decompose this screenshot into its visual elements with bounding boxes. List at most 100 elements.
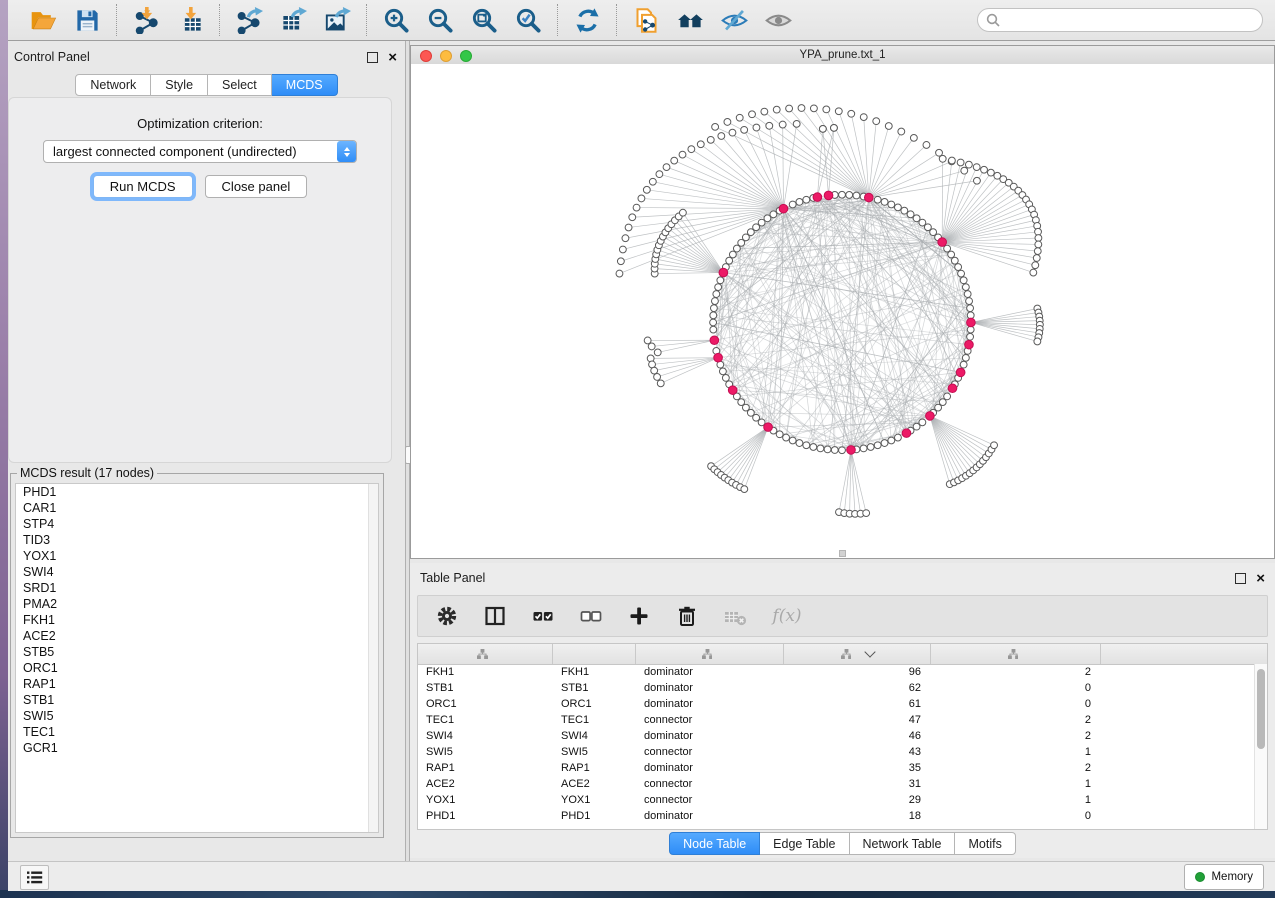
table-row[interactable]: STB1STB1dominator620	[418, 680, 1255, 696]
tab-edge-table[interactable]: Edge Table	[760, 832, 849, 855]
column-header-shared-name[interactable]	[418, 644, 553, 664]
cell-predecessor-nodes: 1	[931, 794, 1101, 806]
refresh-button[interactable]	[572, 5, 602, 35]
mcds-result-item[interactable]: STP4	[16, 516, 378, 532]
hide-selected-button[interactable]	[719, 5, 749, 35]
open-button[interactable]	[28, 5, 58, 35]
table-row[interactable]: PHD1PHD1dominator180	[418, 808, 1255, 824]
cell-MCDS-role: dominator	[636, 810, 784, 822]
close-table-panel-icon[interactable]: ×	[1256, 574, 1265, 583]
deselect-all-button[interactable]	[578, 603, 604, 629]
zoom-selected-icon	[515, 7, 542, 34]
mcds-result-item[interactable]: SWI5	[16, 708, 378, 724]
mcds-result-item[interactable]: STB1	[16, 692, 378, 708]
mcds-result-item[interactable]: RAP1	[16, 676, 378, 692]
gear-icon	[435, 604, 459, 628]
clone-network-button[interactable]	[631, 5, 661, 35]
mcds-list-scrollbar[interactable]	[368, 484, 378, 832]
function-button[interactable]: f(x)	[770, 603, 804, 629]
tab-network-table[interactable]: Network Table	[850, 832, 956, 855]
mcds-result-item[interactable]: CAR1	[16, 500, 378, 516]
table-row[interactable]: RAP1RAP1dominator352	[418, 760, 1255, 776]
mcds-result-item[interactable]: YOX1	[16, 548, 378, 564]
cell-MCDS-role: dominator	[636, 698, 784, 710]
table-row[interactable]: TEC1TEC1connector472	[418, 712, 1255, 728]
network-resize-handle[interactable]	[839, 550, 846, 557]
mcds-result-item[interactable]: PHD1	[16, 484, 378, 500]
cell-MCDS-role: connector	[636, 746, 784, 758]
mcds-result-item[interactable]: FKH1	[16, 612, 378, 628]
mcds-result-item[interactable]: SRD1	[16, 580, 378, 596]
mcds-result-item[interactable]: SWI4	[16, 564, 378, 580]
import-network-button[interactable]	[131, 5, 161, 35]
table-scrollbar[interactable]	[1254, 664, 1267, 829]
columns-button[interactable]	[482, 603, 508, 629]
mcds-result-title: MCDS result (17 nodes)	[17, 466, 157, 480]
tab-mcds[interactable]: MCDS	[272, 74, 338, 96]
close-panel-icon[interactable]: ×	[388, 53, 397, 62]
float-table-panel-icon[interactable]	[1235, 573, 1246, 584]
tab-node-table[interactable]: Node Table	[669, 832, 760, 855]
task-history-button[interactable]	[20, 865, 49, 890]
show-all-button[interactable]	[763, 5, 793, 35]
export-table-button[interactable]	[278, 5, 308, 35]
mcds-result-list[interactable]: PHD1CAR1STP4TID3YOX1SWI4SRD1PMA2FKH1ACE2…	[15, 483, 379, 833]
zoom-fit-button[interactable]	[469, 5, 499, 35]
memory-button[interactable]: Memory	[1184, 864, 1264, 890]
search-input[interactable]	[977, 8, 1263, 32]
zoom-out-button[interactable]	[425, 5, 455, 35]
zoom-in-icon	[383, 7, 410, 34]
cell-name: FKH1	[553, 666, 636, 678]
status-bar: Memory	[8, 861, 1275, 891]
column-header-name[interactable]	[553, 644, 636, 664]
mcds-result-item[interactable]: ORC1	[16, 660, 378, 676]
mcds-result-item[interactable]: TID3	[16, 532, 378, 548]
tab-select[interactable]: Select	[208, 74, 272, 96]
network-window-titlebar[interactable]: YPA_prune.txt_1	[411, 46, 1274, 65]
export-network-button[interactable]	[234, 5, 264, 35]
minimize-window-icon[interactable]	[440, 50, 452, 62]
cell-predecessor-nodes: 2	[931, 714, 1101, 726]
table-scrollbar-thumb[interactable]	[1257, 669, 1265, 749]
cell-predecessor-nodes: 0	[931, 682, 1101, 694]
tab-style[interactable]: Style	[151, 74, 208, 96]
table-row[interactable]: FKH1FKH1dominator962	[418, 664, 1255, 680]
network-canvas[interactable]	[411, 64, 1274, 558]
mcds-result-item[interactable]: STB5	[16, 644, 378, 660]
delete-button[interactable]	[674, 603, 700, 629]
export-image-button[interactable]	[322, 5, 352, 35]
function-icon: f(x)	[772, 606, 801, 626]
table-row[interactable]: SWI5SWI5connector431	[418, 744, 1255, 760]
delete-table-button[interactable]	[722, 603, 748, 629]
close-panel-button[interactable]: Close panel	[205, 175, 308, 198]
column-header-MCDS-role[interactable]	[636, 644, 784, 664]
maximize-window-icon[interactable]	[460, 50, 472, 62]
mcds-result-item[interactable]: PMA2	[16, 596, 378, 612]
cell-MCDS-role: connector	[636, 714, 784, 726]
float-panel-icon[interactable]	[367, 52, 378, 63]
import-table-button[interactable]	[175, 5, 205, 35]
mcds-result-item[interactable]: ACE2	[16, 628, 378, 644]
close-window-icon[interactable]	[420, 50, 432, 62]
mcds-result-item[interactable]: TEC1	[16, 724, 378, 740]
table-row[interactable]: YOX1YOX1connector291	[418, 792, 1255, 808]
tab-network[interactable]: Network	[75, 74, 151, 96]
run-mcds-button[interactable]: Run MCDS	[93, 175, 193, 198]
select-all-button[interactable]	[530, 603, 556, 629]
column-header-successor-nodes[interactable]	[784, 644, 931, 664]
tab-motifs[interactable]: Motifs	[955, 832, 1015, 855]
cell-predecessor-nodes: 0	[931, 698, 1101, 710]
network-graph[interactable]	[411, 64, 1274, 558]
zoom-in-button[interactable]	[381, 5, 411, 35]
save-button[interactable]	[72, 5, 102, 35]
table-row[interactable]: ORC1ORC1dominator610	[418, 696, 1255, 712]
table-row[interactable]: ACE2ACE2connector311	[418, 776, 1255, 792]
add-button[interactable]	[626, 603, 652, 629]
mcds-result-item[interactable]: GCR1	[16, 740, 378, 756]
column-header-predecessor-nodes[interactable]	[931, 644, 1101, 664]
table-row[interactable]: SWI4SWI4dominator462	[418, 728, 1255, 744]
first-neighbors-button[interactable]	[675, 5, 705, 35]
criterion-dropdown[interactable]: largest connected component (undirected)	[43, 140, 357, 163]
gear-button[interactable]	[434, 603, 460, 629]
zoom-selected-button[interactable]	[513, 5, 543, 35]
